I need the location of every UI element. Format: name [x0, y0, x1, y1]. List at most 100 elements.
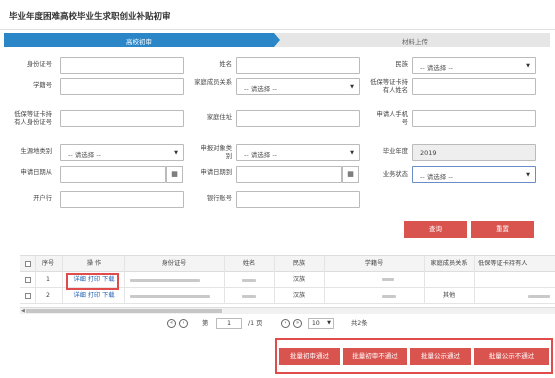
col-id-number: 身份证号	[161, 260, 187, 267]
page-suffix: /1 页	[248, 320, 263, 327]
chevron-down-icon: ▼	[526, 172, 530, 178]
status-select[interactable]: -- 请选择 -- ▼	[412, 166, 536, 183]
id-number-label: 身份证号	[26, 61, 52, 68]
row-ethnicity: 汉族	[292, 276, 306, 283]
cert-holder-id-label: 低保等证卡持有人身份证号	[14, 111, 52, 126]
apply-date-to-label: 申请日期到	[200, 169, 232, 176]
first-page-icon[interactable]: «	[167, 319, 176, 328]
apply-date-from-input[interactable]	[60, 166, 166, 183]
title-bar: 毕业年度困难高校毕业生求职创业补贴初审	[0, 0, 555, 30]
chevron-down-icon: ▼	[526, 63, 530, 69]
print-link[interactable]: 打印	[88, 292, 100, 299]
row-family: 其他	[442, 292, 456, 299]
col-ops: 操 作	[86, 260, 102, 267]
home-address-label: 家庭住址	[206, 114, 232, 121]
ethnicity-select[interactable]: -- 请选择 -- ▼	[412, 57, 536, 74]
calendar-icon: ▦	[347, 170, 354, 178]
name-input[interactable]	[236, 57, 360, 74]
student-source-select-value: -- 请选择 --	[68, 151, 102, 159]
batch-public-fail-button[interactable]: 批量公示不通过	[474, 348, 549, 365]
batch-public-pass-button[interactable]: 批量公示通过	[410, 348, 471, 365]
status-select-value: -- 请选择 --	[420, 173, 454, 181]
last-page-icon[interactable]: »	[293, 319, 302, 328]
calendar-to-button[interactable]: ▦	[342, 166, 359, 183]
student-source-label: 生源地类别	[20, 148, 52, 155]
horizontal-scrollbar[interactable]: ◀	[20, 307, 555, 314]
col-name: 姓名	[242, 260, 256, 267]
apply-type-label: 申报对象类别	[200, 145, 232, 160]
col-cert-holder: 低保等证卡持有人	[478, 260, 528, 267]
apply-date-from-label: 申请日期从	[20, 169, 52, 176]
cert-holder-id-input[interactable]	[60, 110, 184, 127]
page-number-input[interactable]: 1	[216, 318, 242, 329]
prev-page-icon[interactable]: ‹	[179, 319, 188, 328]
query-button[interactable]: 查询	[404, 221, 467, 238]
apply-type-select-value: -- 请选择 --	[244, 151, 278, 159]
student-no-label: 学籍号	[33, 82, 52, 89]
redacted-cert-holder	[528, 295, 550, 298]
ethnicity-label: 民族	[395, 61, 408, 68]
row-checkbox[interactable]	[25, 293, 31, 299]
scroll-left-icon[interactable]: ◀	[21, 308, 25, 314]
applicant-phone-label: 申请人手机号	[376, 111, 408, 126]
student-no-input[interactable]	[60, 78, 184, 95]
row-index: 1	[46, 276, 50, 283]
step-material-upload[interactable]: 材料上传	[280, 36, 550, 46]
chevron-down-icon: ▼	[350, 150, 354, 156]
grad-year-label: 毕业年度	[382, 148, 408, 155]
col-family: 家庭成员关系	[430, 260, 468, 267]
applicant-phone-input[interactable]	[412, 110, 536, 127]
row-ethnicity: 汉族	[292, 292, 306, 299]
id-number-input[interactable]	[60, 57, 184, 74]
student-source-select[interactable]: -- 请选择 -- ▼	[60, 144, 184, 161]
detail-link[interactable]: 详细	[73, 292, 85, 299]
calendar-icon: ▦	[171, 170, 178, 178]
table-row[interactable]: 2 详细 打印 下载 汉族 其他	[20, 289, 555, 304]
redacted-name	[242, 295, 256, 298]
apply-type-select[interactable]: -- 请选择 -- ▼	[236, 144, 360, 161]
step-initial-review-label: 高校初审	[126, 38, 152, 46]
result-table: 序号 操 作 身份证号 姓名 民族 学籍号 家庭成员关系 低保等证卡持有人 1 …	[20, 255, 555, 304]
status-label: 业务状态	[382, 171, 408, 178]
col-student-no: 学籍号	[364, 260, 384, 267]
account-label: 银行账号	[206, 195, 232, 202]
col-ethnicity: 民族	[292, 260, 306, 267]
page-prefix: 第	[202, 320, 209, 327]
redacted-name	[242, 279, 256, 282]
family-member-label: 家庭成员关系	[194, 79, 232, 86]
bank-label: 开户行	[33, 195, 52, 202]
batch-initial-pass-button[interactable]: 批量初审通过	[279, 348, 340, 365]
step-bar: 高校初审 材料上传	[4, 33, 550, 47]
page-title: 毕业年度困难高校毕业生求职创业补贴初审	[9, 12, 171, 22]
total-count: 共2条	[351, 320, 368, 327]
batch-initial-fail-button[interactable]: 批量初审不通过	[343, 348, 407, 365]
row-ops: 详细 打印 下载	[67, 292, 121, 300]
redacted-student-no	[382, 278, 394, 281]
scrollbar-thumb[interactable]	[26, 309, 222, 313]
reset-button[interactable]: 重置	[471, 221, 534, 238]
apply-date-to-input[interactable]	[236, 166, 342, 183]
ops-highlight-box	[66, 273, 119, 290]
bank-input[interactable]	[60, 191, 184, 208]
row-checkbox[interactable]	[25, 277, 31, 283]
home-address-input[interactable]	[236, 110, 360, 127]
chevron-down-icon: ▼	[174, 150, 178, 156]
chevron-down-icon: ▼	[350, 84, 354, 90]
cert-holder-name-input[interactable]	[412, 78, 536, 95]
page-size-select[interactable]: 10 ▼	[308, 318, 334, 329]
step-initial-review[interactable]: 高校初审	[4, 33, 274, 47]
name-label: 姓名	[219, 61, 232, 68]
chevron-down-icon: ▼	[327, 320, 331, 326]
family-member-select[interactable]: -- 请选择 -- ▼	[236, 78, 360, 95]
redacted-student-no	[382, 295, 396, 298]
account-input[interactable]	[236, 191, 360, 208]
family-member-select-value: -- 请选择 --	[244, 85, 278, 93]
select-all-checkbox[interactable]	[25, 261, 31, 267]
redacted-id-number	[130, 295, 210, 298]
next-page-icon[interactable]: ›	[281, 319, 290, 328]
grad-year-input[interactable]: 2019	[412, 144, 536, 161]
calendar-from-button[interactable]: ▦	[166, 166, 183, 183]
row-index: 2	[46, 292, 50, 299]
grad-year-value: 2019	[420, 149, 437, 157]
download-link[interactable]: 下载	[102, 292, 114, 299]
